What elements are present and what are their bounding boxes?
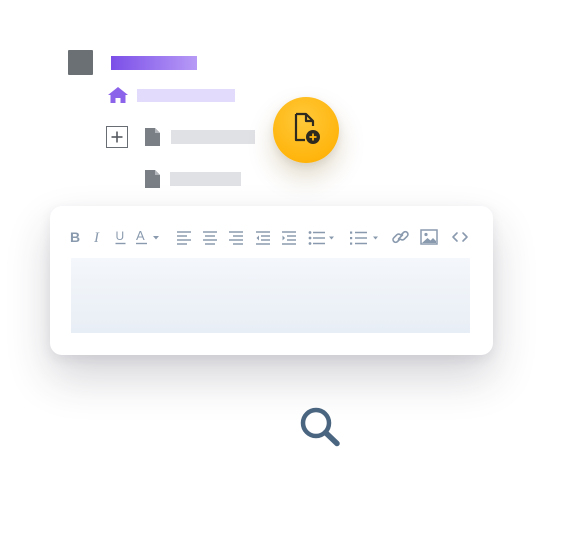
search-icon[interactable] [296,404,346,448]
underline-icon[interactable]: U [114,226,128,248]
document-label-placeholder[interactable] [170,172,241,186]
align-left-icon[interactable] [176,226,192,248]
numbered-list-icon[interactable] [349,226,383,248]
expand-plus-box-icon[interactable] [106,126,128,148]
canvas: B I U A [0,0,563,541]
document-icon[interactable] [145,170,160,188]
tree-root-node-icon[interactable] [68,50,93,75]
align-right-icon[interactable] [228,226,244,248]
tree-root-label-placeholder[interactable] [111,56,197,70]
indent-increase-icon[interactable] [281,226,297,248]
svg-text:B: B [70,229,80,245]
link-icon[interactable] [392,226,410,248]
bold-icon[interactable]: B [69,226,83,248]
svg-text:U: U [116,229,125,243]
home-label-placeholder[interactable] [137,89,235,102]
italic-icon[interactable]: I [92,226,106,248]
font-color-icon[interactable]: A [135,226,163,248]
document-icon[interactable] [145,128,160,146]
bullet-list-icon[interactable] [308,226,336,248]
editor-text-area[interactable] [71,258,470,333]
editor-toolbar: B I U A [50,226,493,248]
image-icon[interactable] [420,226,438,248]
align-center-icon[interactable] [202,226,218,248]
document-label-placeholder[interactable] [171,130,255,144]
rich-text-editor: B I U A [50,206,493,355]
add-document-icon [294,112,320,144]
svg-text:A: A [136,228,145,243]
code-icon[interactable] [451,226,469,248]
svg-text:I: I [93,230,100,246]
home-icon[interactable] [107,86,129,104]
indent-decrease-icon[interactable] [255,226,271,248]
add-page-button[interactable] [273,97,339,163]
